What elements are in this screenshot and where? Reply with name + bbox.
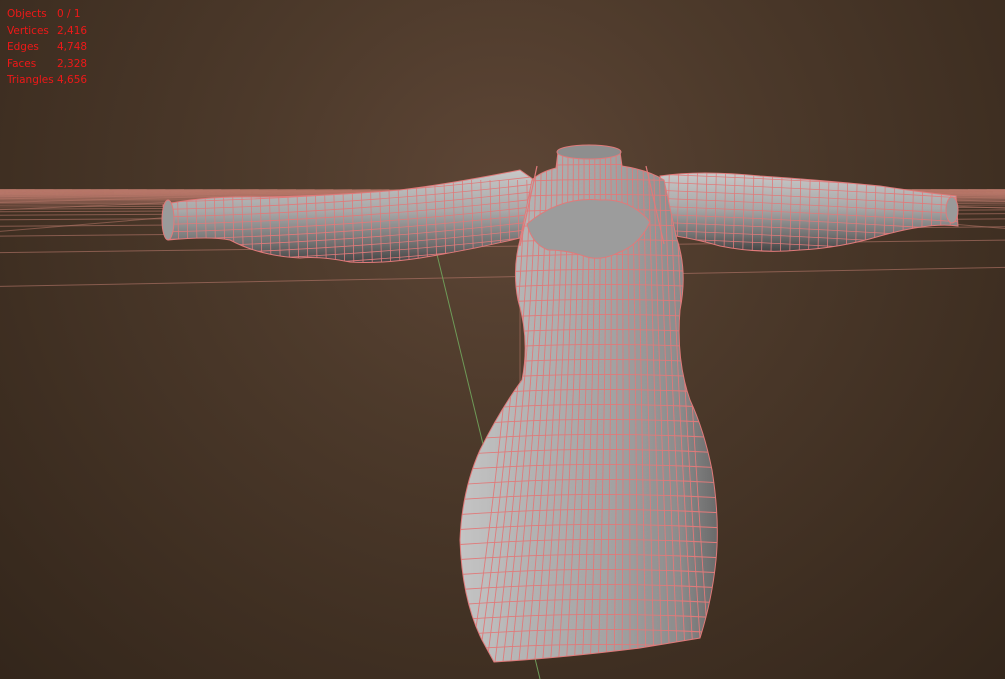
viewport-scene[interactable] [0, 0, 1005, 679]
grid-line [0, 189, 147, 191]
stat-value: 2,328 [57, 57, 88, 70]
grid-line [0, 189, 185, 191]
stat-vertices: Vertices 2,416 [7, 23, 87, 40]
stat-triangles: Triangles 4,656 [7, 72, 87, 89]
grid-line [986, 189, 1005, 191]
scene-statistics: Objects 0 / 1 Vertices 2,416 Edges 4,748… [7, 6, 87, 89]
left-cuff-opening [161, 199, 175, 241]
grid-line [967, 189, 1005, 191]
grid-line [0, 189, 91, 191]
wire-horizontal [460, 659, 718, 662]
grid-line [0, 266, 1005, 287]
stat-value: 4,656 [57, 74, 88, 87]
stat-value: 0 / 1 [57, 8, 81, 21]
neck-opening [556, 144, 622, 160]
stat-label: Triangles [7, 74, 54, 87]
grid-line [0, 189, 129, 191]
stat-value: 2,416 [57, 24, 88, 37]
grid-line [0, 189, 17, 191]
grid-line [0, 189, 35, 191]
dress-mesh[interactable] [160, 144, 962, 670]
right-cuff-opening [945, 196, 959, 224]
3d-viewport[interactable]: Objects 0 / 1 Vertices 2,416 Edges 4,748… [0, 0, 1005, 679]
stat-label: Vertices [7, 24, 49, 37]
stat-edges: Edges 4,748 [7, 39, 87, 56]
grid-line [0, 189, 73, 191]
grid-line [0, 189, 54, 191]
stat-value: 4,748 [57, 41, 88, 54]
stat-faces: Faces 2,328 [7, 56, 87, 73]
stat-label: Objects [7, 8, 47, 21]
grid-line [0, 189, 110, 191]
stat-objects: Objects 0 / 1 [7, 6, 87, 23]
stat-label: Edges [7, 41, 39, 54]
stat-label: Faces [7, 57, 37, 70]
